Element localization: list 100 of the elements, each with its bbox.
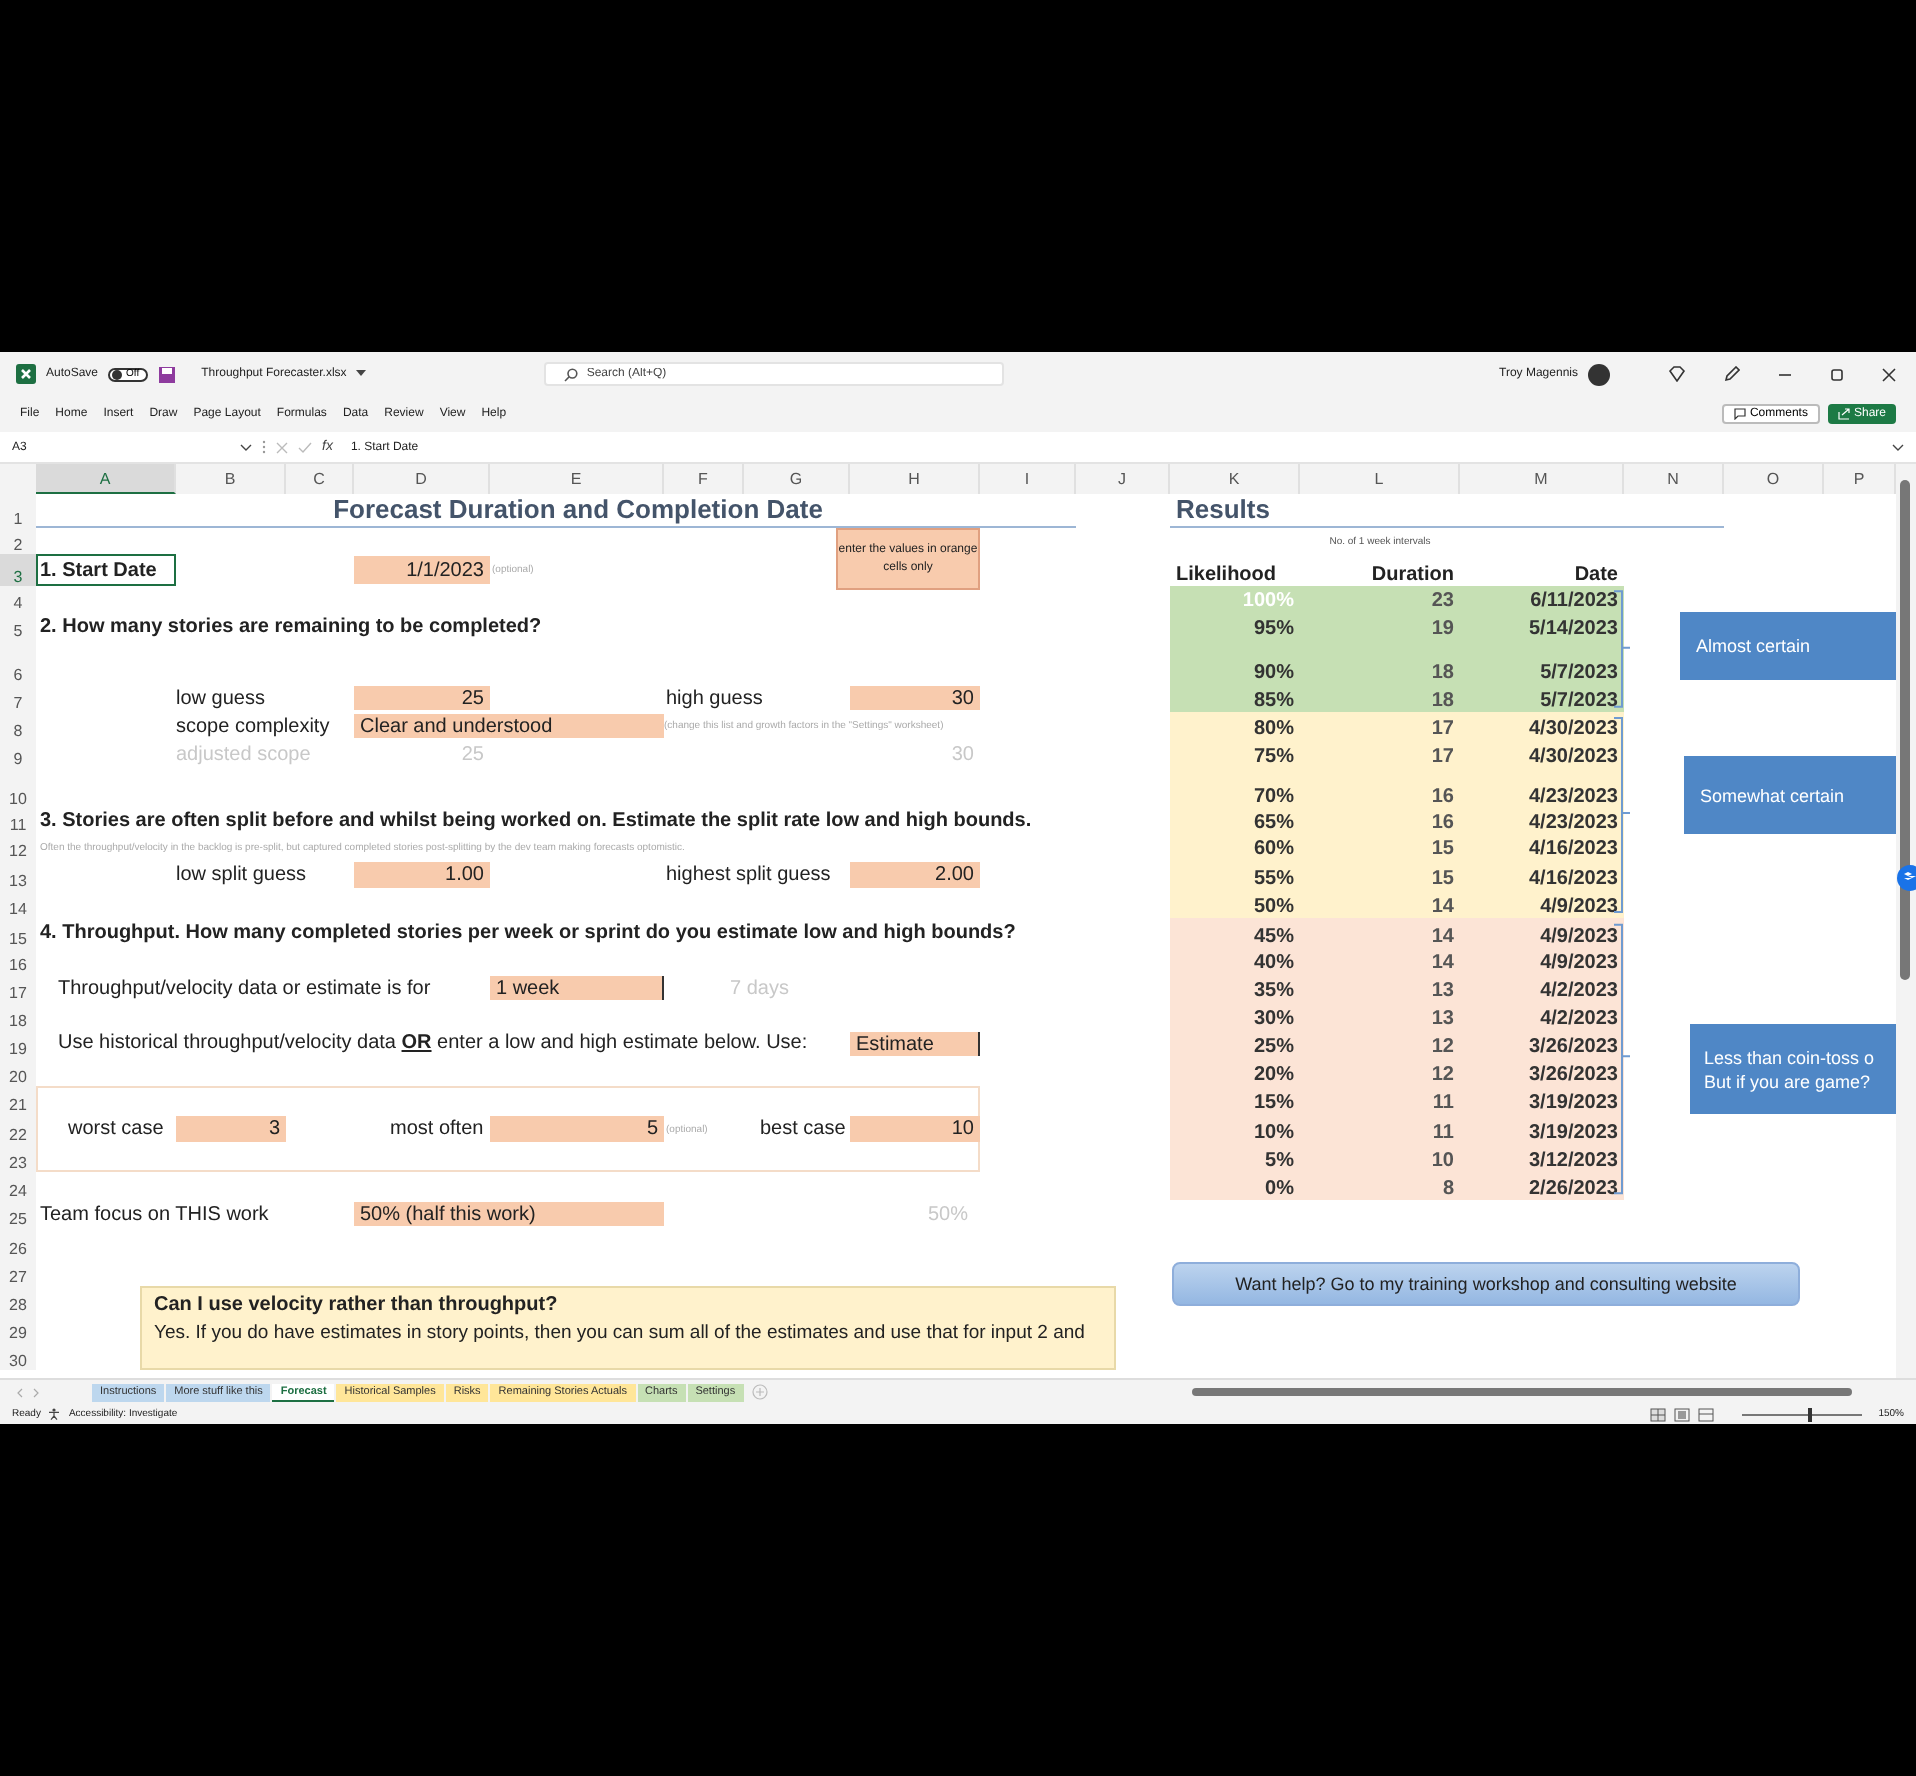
row-number[interactable]: 9 <box>0 740 36 768</box>
row-number[interactable]: 4 <box>0 586 36 612</box>
row-number[interactable]: 15 <box>0 918 36 948</box>
column-header[interactable]: A <box>36 464 176 494</box>
diamond-icon[interactable] <box>1668 366 1686 382</box>
input-cell[interactable]: 5 <box>490 1116 664 1142</box>
table-cell: 14 <box>1300 948 1460 974</box>
table-cell: 13 <box>1300 974 1460 1002</box>
row-number[interactable]: 8 <box>0 712 36 740</box>
input-cell[interactable]: 25 <box>354 686 490 710</box>
row-number[interactable]: 2 <box>0 528 36 554</box>
normal-view-icon[interactable] <box>1650 1407 1667 1421</box>
column-header[interactable]: J <box>1076 464 1170 494</box>
callout-text: Almost certain <box>1696 636 1813 656</box>
column-header[interactable]: P <box>1824 464 1896 494</box>
column-header[interactable]: E <box>490 464 664 494</box>
input-cell[interactable]: 30 <box>850 686 980 710</box>
page-layout-icon[interactable] <box>1674 1407 1691 1421</box>
table-cell: 0% <box>1170 1172 1300 1200</box>
open-box-icon[interactable] <box>1896 864 1916 892</box>
input-cell[interactable]: 3 <box>176 1116 286 1142</box>
table-cell: 90% <box>1170 640 1300 684</box>
row-number[interactable]: 27 <box>0 1258 36 1286</box>
dropdown-cell[interactable]: Clear and understood <box>354 714 664 738</box>
table-cell: 30% <box>1170 1002 1300 1030</box>
column-header[interactable]: I <box>980 464 1076 494</box>
column-header[interactable]: K <box>1170 464 1300 494</box>
row-number[interactable]: 7 <box>0 684 36 712</box>
table-cell: 50% <box>1170 890 1300 918</box>
field-label: Throughput/velocity data or estimate is for <box>56 975 433 1002</box>
column-header[interactable]: L <box>1300 464 1460 494</box>
table-cell: 2/26/2023 <box>1460 1172 1624 1200</box>
save-icon[interactable] <box>157 365 176 383</box>
table-cell: 75% <box>1170 740 1300 768</box>
row-number[interactable]: 17 <box>0 974 36 1002</box>
table-cell: 20% <box>1170 1058 1300 1086</box>
column-header[interactable]: M <box>1460 464 1624 494</box>
row-number[interactable]: 20 <box>0 1058 36 1086</box>
close-icon[interactable] <box>1882 367 1896 381</box>
row-number[interactable]: 24 <box>0 1172 36 1200</box>
table-cell: 4/23/2023 <box>1460 768 1624 808</box>
row-number[interactable]: 12 <box>0 834 36 860</box>
section-heading: 3. Stories are often split before and whilst being worked on. Estimate the split rate low and high bounds. <box>38 808 1034 834</box>
row-number[interactable]: 25 <box>0 1200 36 1228</box>
help-link-button[interactable]: Want help? Go to my training workshop and consulting website <box>1172 1262 1800 1306</box>
column-header[interactable]: N <box>1624 464 1724 494</box>
dropdown-cell[interactable]: Estimate <box>850 1032 980 1056</box>
pen-icon[interactable] <box>1724 366 1740 382</box>
column-header[interactable]: H <box>850 464 980 494</box>
column-header[interactable]: F <box>664 464 744 494</box>
avatar[interactable] <box>1588 363 1610 385</box>
page-break-icon[interactable] <box>1698 1407 1715 1421</box>
row-number[interactable]: 29 <box>0 1314 36 1342</box>
column-header[interactable]: C <box>286 464 354 494</box>
row-number[interactable]: 5 <box>0 612 36 640</box>
row-number[interactable]: 1 <box>0 494 36 528</box>
table-cell: 3/12/2023 <box>1460 1144 1624 1172</box>
table-cell: 70% <box>1170 768 1300 808</box>
table-cell: 40% <box>1170 948 1300 974</box>
row-number[interactable]: 14 <box>0 890 36 918</box>
vertical-scrollbar[interactable] <box>1896 464 1916 1378</box>
column-header[interactable]: O <box>1724 464 1824 494</box>
check-icon[interactable] <box>298 441 312 453</box>
table-cell: 55% <box>1170 860 1300 890</box>
input-cell[interactable]: 1/1/2023 <box>354 556 490 584</box>
row-number[interactable]: 11 <box>0 808 36 834</box>
restore-icon[interactable] <box>1830 367 1844 381</box>
dropdown-cell[interactable]: 50% (half this work) <box>354 1202 664 1226</box>
accessibility-icon[interactable] <box>48 1408 61 1420</box>
row-number[interactable]: 16 <box>0 948 36 974</box>
row-number[interactable]: 10 <box>0 768 36 808</box>
row-number[interactable]: 18 <box>0 1002 36 1030</box>
input-cell[interactable]: 2.00 <box>850 862 980 888</box>
row-number[interactable]: 6 <box>0 640 36 684</box>
table-cell: 4/30/2023 <box>1460 740 1624 768</box>
table-cell: 15 <box>1300 860 1460 890</box>
row-number[interactable]: 3 <box>0 554 36 586</box>
table-cell: 8 <box>1300 1172 1460 1200</box>
row-number[interactable]: 23 <box>0 1144 36 1172</box>
row-number[interactable]: 21 <box>0 1086 36 1114</box>
row-number[interactable]: 26 <box>0 1228 36 1258</box>
row-number[interactable]: 13 <box>0 860 36 890</box>
row-number[interactable]: 22 <box>0 1114 36 1144</box>
row-number[interactable]: 28 <box>0 1286 36 1314</box>
caret-icon[interactable] <box>356 370 367 378</box>
chevron-icon[interactable] <box>1892 443 1904 451</box>
row-number[interactable]: 19 <box>0 1030 36 1058</box>
dropdown-cell[interactable]: 1 week <box>490 976 664 1000</box>
column-header[interactable]: D <box>354 464 490 494</box>
callout-text: Less than coin-toss o <box>1704 1047 1877 1067</box>
table-cell: 3/19/2023 <box>1460 1114 1624 1144</box>
row-number[interactable]: 30 <box>0 1342 36 1370</box>
table-cell: 5/7/2023 <box>1460 684 1624 712</box>
table-cell: 11 <box>1300 1114 1460 1144</box>
table-cell: 4/16/2023 <box>1460 834 1624 860</box>
column-header[interactable]: G <box>744 464 850 494</box>
input-cell[interactable]: 1.00 <box>354 862 490 888</box>
column-header[interactable]: B <box>176 464 286 494</box>
table-cell: 6/11/2023 <box>1460 586 1624 612</box>
input-cell[interactable]: 10 <box>850 1116 980 1142</box>
